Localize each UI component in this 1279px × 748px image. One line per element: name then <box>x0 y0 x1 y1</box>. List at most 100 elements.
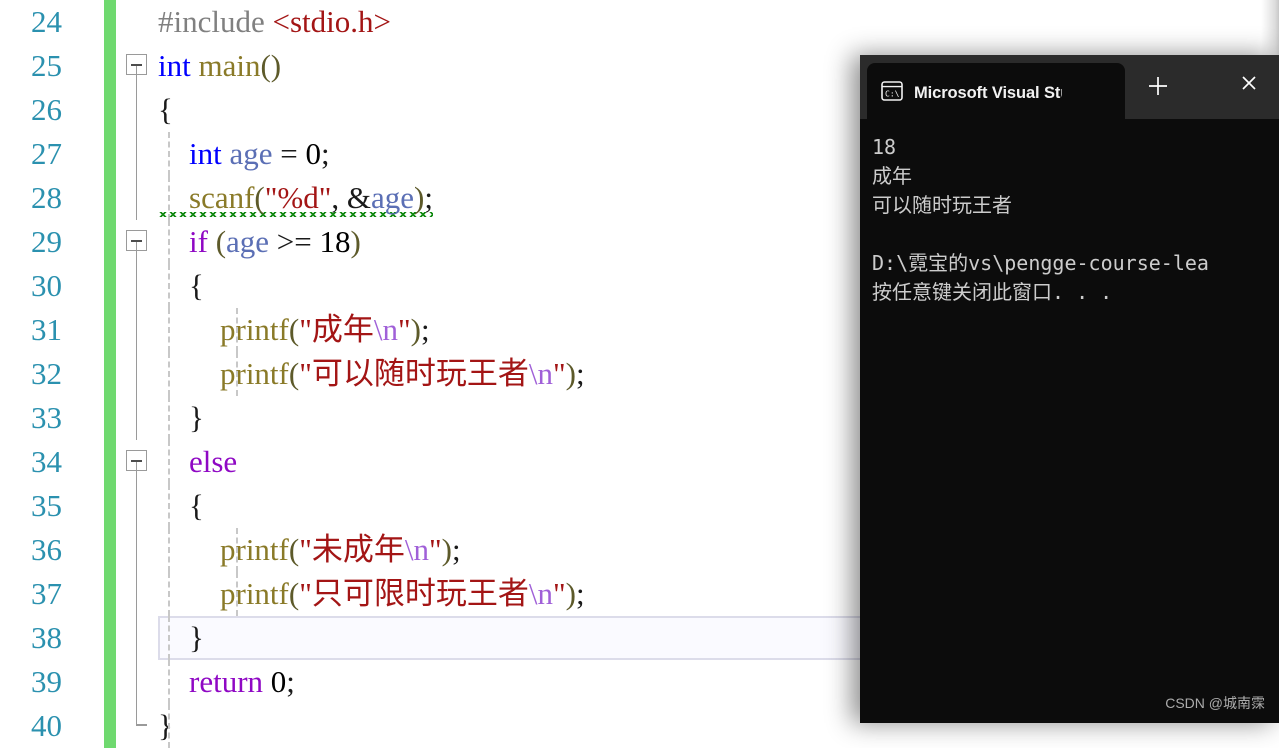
indent-guide <box>236 308 238 352</box>
change-indicator-bar <box>104 440 116 484</box>
code-tokens: printf("只可限时玩王者\n"); <box>158 576 585 611</box>
change-indicator-bar <box>104 484 116 528</box>
code-token: \n <box>373 312 398 347</box>
line-number: 26 <box>31 92 62 127</box>
close-icon[interactable] <box>1237 71 1261 95</box>
code-token: age <box>226 224 270 259</box>
fold-margin[interactable] <box>116 484 156 528</box>
code-token: ; <box>286 664 295 699</box>
line-number: 33 <box>31 400 62 435</box>
indent-guide <box>236 572 238 616</box>
code-token: ) <box>565 576 576 611</box>
code-token: " <box>428 532 442 567</box>
code-token: ) <box>441 532 452 567</box>
console-tab[interactable]: C:\ Microsoft Visual Studio 调试控制台 <box>867 63 1125 119</box>
code-token: \n <box>404 532 429 567</box>
code-token: else <box>189 444 238 479</box>
fold-guide-line <box>135 484 138 528</box>
fold-margin[interactable] <box>116 572 156 616</box>
code-token: " <box>397 312 411 347</box>
line-number: 27 <box>31 136 62 171</box>
line-number: 24 <box>31 4 62 39</box>
line-number: 34 <box>31 444 62 479</box>
fold-margin[interactable] <box>116 0 156 44</box>
code-line-text[interactable]: #include <stdio.h> <box>156 0 1279 44</box>
code-token: >= <box>269 224 320 259</box>
csdn-watermark: CSDN @城南霂 <box>1165 695 1265 711</box>
console-output-line: D:\霓宝的vs\pengge-course-lea <box>872 251 1209 275</box>
code-token: int <box>158 48 191 83</box>
fold-margin[interactable] <box>116 352 156 396</box>
code-token: ) <box>565 356 576 391</box>
new-tab-icon[interactable] <box>1145 73 1171 99</box>
code-token: } <box>189 400 204 435</box>
console-output-line: 可以随时玩王者 <box>872 193 1012 217</box>
fold-guide-line <box>135 462 138 484</box>
code-token: ( <box>288 312 300 347</box>
code-token: "只可限时玩王者 <box>299 576 529 611</box>
fold-margin[interactable] <box>116 704 156 748</box>
console-output-line: 成年 <box>872 164 912 188</box>
console-titlebar[interactable]: C:\ Microsoft Visual Studio 调试控制台 <box>860 55 1279 119</box>
code-tokens: if (age >= 18) <box>158 224 361 259</box>
code-tokens: } <box>158 708 173 743</box>
indent-guide <box>168 704 170 748</box>
change-indicator-bar <box>104 660 116 704</box>
change-indicator-bar <box>104 88 116 132</box>
code-token: ) <box>414 180 425 215</box>
fold-margin[interactable] <box>116 44 156 88</box>
code-token: "%d" <box>264 180 332 215</box>
fold-margin[interactable] <box>116 176 156 220</box>
line-number: 40 <box>31 708 62 743</box>
debug-console-window[interactable]: C:\ Microsoft Visual Studio 调试控制台 18 成年可以… <box>860 55 1279 723</box>
code-token: & <box>346 180 371 215</box>
code-token: "成年 <box>299 312 374 347</box>
fold-margin[interactable] <box>116 528 156 572</box>
code-token: 0 <box>270 664 287 699</box>
fold-guide-line <box>135 176 138 220</box>
indent-guide <box>168 308 170 352</box>
code-token: ( <box>288 576 300 611</box>
code-token: ) <box>410 312 421 347</box>
indent-guide <box>236 528 238 572</box>
console-output[interactable]: 18 成年 可以随时玩王者 D:\霓宝的vs\pengge-course-lea 按任… <box>860 119 1279 723</box>
code-token: () <box>260 48 282 83</box>
code-token: main <box>198 48 261 83</box>
code-token: ; <box>451 532 461 567</box>
fold-margin[interactable] <box>116 132 156 176</box>
code-token: age <box>371 180 415 215</box>
fold-margin[interactable] <box>116 220 156 264</box>
code-tokens: return 0; <box>158 664 295 699</box>
line-number: 31 <box>31 312 62 347</box>
fold-margin[interactable] <box>116 440 156 484</box>
code-token: scanf <box>189 180 255 215</box>
code-tokens: { <box>158 268 204 303</box>
change-indicator-bar <box>104 352 116 396</box>
code-token: ( <box>288 356 300 391</box>
code-token: ; <box>575 356 585 391</box>
fold-margin[interactable] <box>116 396 156 440</box>
line-number: 37 <box>31 576 62 611</box>
indent-guide <box>168 396 170 440</box>
code-token: } <box>158 708 173 743</box>
code-token: { <box>189 488 204 523</box>
fold-margin[interactable] <box>116 660 156 704</box>
fold-margin[interactable] <box>116 308 156 352</box>
code-line[interactable]: 24 #include <stdio.h> <box>0 0 1279 44</box>
fold-guide-line <box>135 528 138 572</box>
fold-guide-line <box>135 396 138 440</box>
fold-margin[interactable] <box>116 264 156 308</box>
code-token: return <box>189 664 264 699</box>
change-indicator-bar <box>104 176 116 220</box>
fold-margin[interactable] <box>116 88 156 132</box>
code-tokens: #include <stdio.h> <box>158 4 391 39</box>
code-token: printf <box>220 576 289 611</box>
fold-margin[interactable] <box>116 616 156 660</box>
code-token: <stdio.h> <box>272 4 392 39</box>
code-token: \n <box>528 356 553 391</box>
fold-guide-line <box>135 242 138 264</box>
indent-guide <box>168 220 170 264</box>
